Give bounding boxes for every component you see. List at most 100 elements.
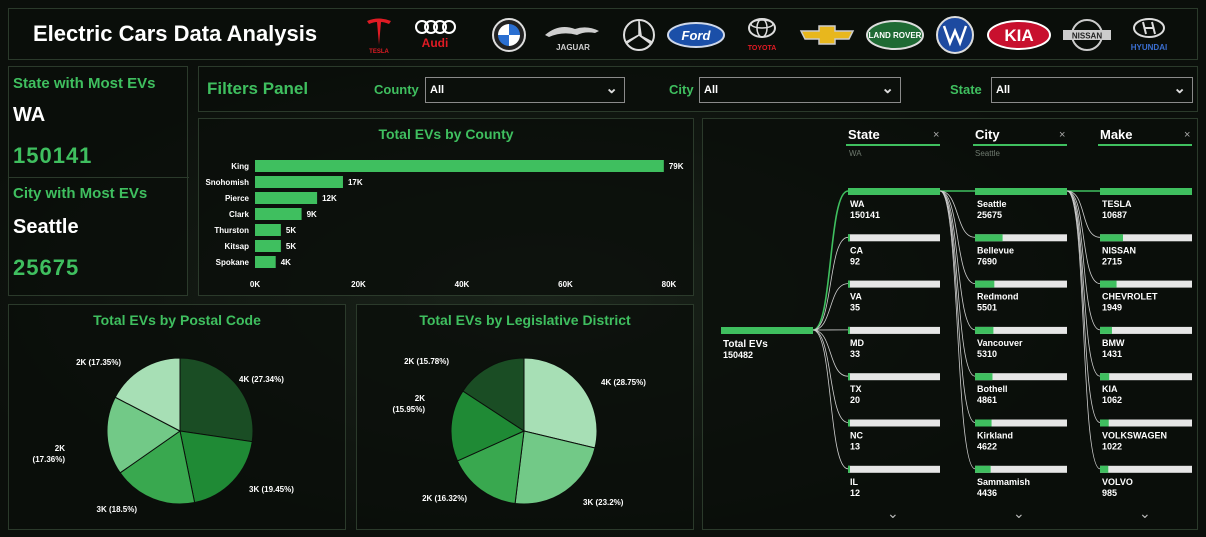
land-rover-logo: LAND ROVER xyxy=(865,15,925,55)
state-kpi-title: State with Most EVs xyxy=(13,75,156,92)
postal-slice-label: (17.36%) xyxy=(33,455,66,464)
county-bar[interactable] xyxy=(255,256,276,268)
county-bar[interactable] xyxy=(255,208,302,220)
tree-node-bar[interactable] xyxy=(975,465,991,473)
district-slice-label: 3K (23.2%) xyxy=(583,498,624,507)
tree-node-bar[interactable] xyxy=(1100,280,1117,288)
county-bar[interactable] xyxy=(255,192,318,204)
tree-node-track xyxy=(1100,326,1192,334)
chevron-down-icon[interactable]: ⌄ xyxy=(881,79,894,97)
tree-node-track xyxy=(848,465,940,473)
district-slice-label: 4K (28.75%) xyxy=(601,378,646,387)
city-kpi-value: 25675 xyxy=(13,255,80,280)
county-bar[interactable] xyxy=(255,176,343,188)
county-data-label: 17K xyxy=(348,178,363,187)
postal-slice-label: 2K xyxy=(55,444,65,453)
kpi-divider xyxy=(9,177,189,178)
tree-node-bar[interactable] xyxy=(848,419,850,427)
tree-node-bar[interactable] xyxy=(848,234,850,242)
tree-node-bar[interactable] xyxy=(1100,419,1109,427)
tree-city-label: Kirkland xyxy=(977,431,1013,441)
tree-root-bar[interactable] xyxy=(721,327,813,334)
postal-pie-slice[interactable] xyxy=(179,357,254,443)
tree-node-bar[interactable] xyxy=(975,373,993,381)
city-kpi-name: Seattle xyxy=(13,216,79,238)
tree-node-bar[interactable] xyxy=(975,280,995,288)
filters-panel: Filters Panel County All ⌄ City All ⌄ St… xyxy=(198,66,1198,112)
tree-node-bar[interactable] xyxy=(848,280,850,288)
city-more-chevron-icon[interactable]: ⌄ xyxy=(1013,505,1025,522)
tree-connector xyxy=(812,329,849,470)
decomposition-tree: Total EVs150482 WA150141 CA92 VA35 MD33 TX20 N… xyxy=(721,188,1192,498)
tree-state-value: 33 xyxy=(850,349,860,359)
tree-city-label: Sammamish xyxy=(977,477,1030,487)
county-bar[interactable] xyxy=(255,224,281,236)
tree-make-value: 1949 xyxy=(1102,303,1122,313)
tree-node-bar[interactable] xyxy=(848,188,940,195)
tree-state-label: VA xyxy=(850,292,862,302)
tree-node-bar[interactable] xyxy=(975,326,994,334)
tree-make-value: 985 xyxy=(1102,488,1117,498)
volkswagen-logo xyxy=(933,15,977,55)
tree-city-value: 4622 xyxy=(977,442,997,452)
tree-connector xyxy=(1066,190,1101,284)
city-kpi-title: City with Most EVs xyxy=(13,185,148,202)
jaguar-brand-text: JAGUAR xyxy=(556,43,590,52)
county-bar[interactable] xyxy=(255,160,664,172)
county-bar[interactable] xyxy=(255,240,281,252)
tree-node-bar[interactable] xyxy=(1100,234,1123,242)
audi-brand-text: Audi xyxy=(422,36,449,50)
county-chart-panel: Total EVs by County King 79K Snohomish 17K P… xyxy=(198,118,694,296)
land-rover-brand-text: LAND ROVER xyxy=(869,31,922,40)
audi-logo: Audi xyxy=(411,15,461,55)
county-x-tick-label: 80K xyxy=(662,280,677,289)
state-filter-dropdown[interactable]: All ⌄ xyxy=(991,77,1193,103)
tree-city-value: 4861 xyxy=(977,395,997,405)
county-filter-dropdown[interactable]: All ⌄ xyxy=(425,77,625,103)
tree-node-bar[interactable] xyxy=(975,188,1067,195)
chevron-down-icon[interactable]: ⌄ xyxy=(605,79,618,97)
state-filter-value: All xyxy=(996,84,1011,96)
tree-node-bar[interactable] xyxy=(1100,465,1109,473)
tree-node-bar[interactable] xyxy=(1100,188,1192,195)
county-data-label: 4K xyxy=(281,258,291,267)
district-slice-label: 2K (16.32%) xyxy=(422,494,467,503)
bmw-logo xyxy=(489,15,529,55)
tree-connector xyxy=(939,190,976,423)
tree-node-track xyxy=(848,234,940,242)
tree-city-value: 5310 xyxy=(977,349,997,359)
state-more-chevron-icon[interactable]: ⌄ xyxy=(887,505,899,522)
district-slice-label: 2K xyxy=(415,394,425,403)
tree-state-value: 13 xyxy=(850,442,860,452)
postal-slice-label: 4K (27.34%) xyxy=(239,375,284,384)
tree-node-bar[interactable] xyxy=(1100,373,1110,381)
tree-connector xyxy=(812,190,849,331)
state-kpi-value: 150141 xyxy=(13,143,93,168)
ford-logo: Ford xyxy=(665,15,727,55)
county-x-tick-label: 40K xyxy=(455,280,470,289)
tree-node-bar[interactable] xyxy=(975,419,992,427)
tree-node-bar[interactable] xyxy=(848,373,850,381)
tree-node-track xyxy=(848,373,940,381)
county-category-label: Spokane xyxy=(216,258,250,267)
tree-make-label: VOLKSWAGEN xyxy=(1102,431,1167,441)
city-filter-dropdown[interactable]: All ⌄ xyxy=(699,77,901,103)
tree-node-bar[interactable] xyxy=(848,326,850,334)
tree-state-value: 35 xyxy=(850,303,860,313)
filters-title: Filters Panel xyxy=(207,79,309,98)
tree-node-bar[interactable] xyxy=(848,465,850,473)
tree-node-bar[interactable] xyxy=(975,234,1003,242)
chevron-down-icon[interactable]: ⌄ xyxy=(1173,79,1186,97)
tree-node-bar[interactable] xyxy=(1100,326,1112,334)
make-more-chevron-icon[interactable]: ⌄ xyxy=(1139,505,1151,522)
tree-state-label: CA xyxy=(850,245,863,255)
city-filter-value: All xyxy=(704,84,719,96)
tree-city-label: Bellevue xyxy=(977,245,1014,255)
tree-make-label: VOLVO xyxy=(1102,477,1133,487)
tree-city-label: Redmond xyxy=(977,292,1019,302)
tree-node-track xyxy=(848,326,940,334)
county-bar-chart: King 79K Snohomish 17K Pierce 12K Clark 9K Thurs… xyxy=(205,160,684,289)
tree-make-value: 10687 xyxy=(1102,210,1127,220)
tree-state-label: IL xyxy=(850,477,859,487)
tree-root-label: Total EVs xyxy=(723,339,768,350)
